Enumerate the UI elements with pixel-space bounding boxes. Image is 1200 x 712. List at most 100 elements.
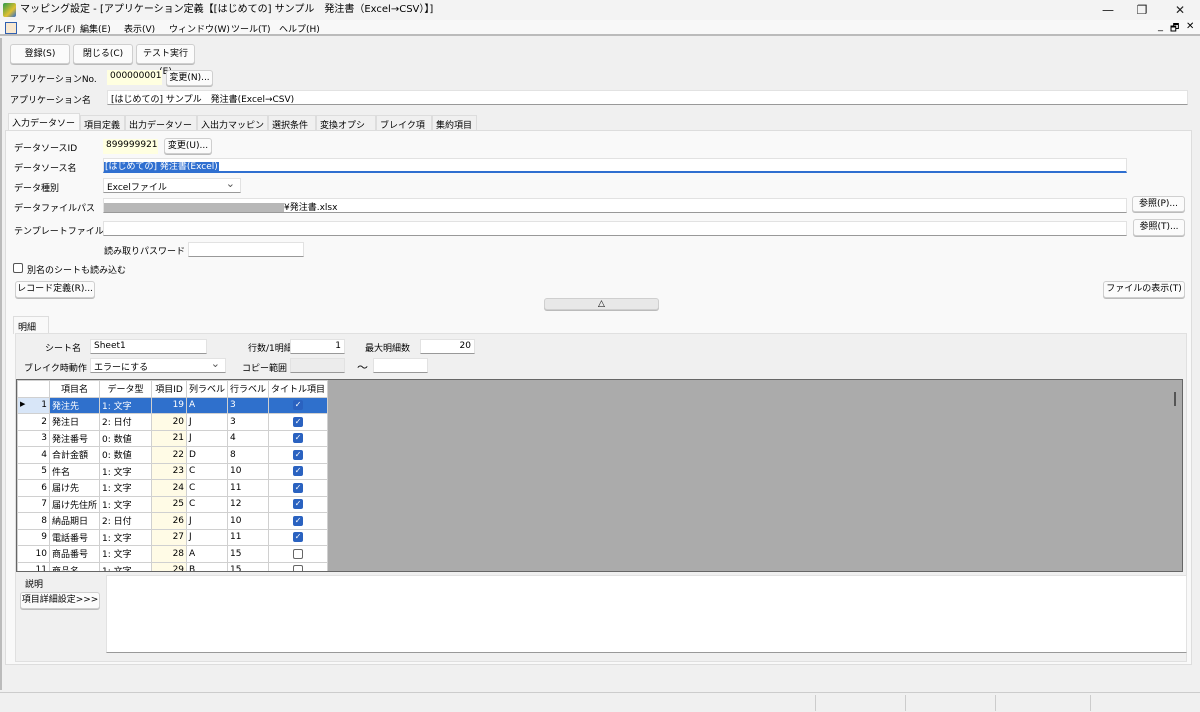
col-label-cell[interactable]: B (186, 561, 229, 571)
item-id-cell[interactable]: 27 (151, 528, 188, 546)
col-label-cell[interactable]: A (186, 396, 229, 414)
mdi-restore-button[interactable]: 🗗 (1170, 21, 1179, 38)
item-id-cell[interactable]: 25 (151, 495, 188, 513)
tab-break-items[interactable]: ブレイク項目 (376, 115, 432, 144)
item-name-cell[interactable]: 合計金額 (48, 446, 101, 464)
title-item-checkbox[interactable] (293, 565, 304, 571)
row-number[interactable]: 3 (17, 429, 50, 447)
col-label-cell[interactable]: J (186, 512, 229, 530)
table-row[interactable]: 8 納品期日 2: 日付 26 J 10 ✓ (17, 512, 329, 530)
data-type-cell[interactable]: 1: 文字 (99, 561, 153, 571)
header-row-label[interactable]: 行ラベル (227, 380, 270, 398)
row-number[interactable]: 10 (17, 545, 50, 563)
record-definition-button[interactable]: レコード定義(R)... (15, 281, 95, 298)
item-id-cell[interactable]: 26 (151, 512, 188, 530)
title-item-checkbox[interactable]: ✓ (293, 466, 304, 476)
mdi-minimize-button[interactable]: _ (1158, 21, 1163, 32)
item-name-cell[interactable]: 発注日 (48, 413, 101, 431)
table-row[interactable]: 2 発注日 2: 日付 20 J 3 ✓ (17, 413, 329, 431)
change-datasource-id-button[interactable]: 変更(U)... (164, 138, 212, 154)
register-button[interactable]: 登録(S) (10, 44, 70, 64)
header-item-id[interactable]: 項目ID (151, 380, 188, 398)
table-row[interactable]: ▶ 1 発注先 1: 文字 19 A 3 ✓ (17, 396, 329, 414)
col-label-cell[interactable]: C (186, 462, 229, 480)
header-data-type[interactable]: データ型 (99, 380, 153, 398)
item-name-cell[interactable]: 納品期日 (48, 512, 101, 530)
read-password-input[interactable] (188, 242, 304, 257)
change-app-no-button[interactable]: 変更(N)... (166, 70, 213, 86)
title-item-checkbox[interactable]: ✓ (293, 433, 304, 443)
data-type-cell[interactable]: 2: 日付 (99, 413, 153, 431)
item-id-cell[interactable]: 28 (151, 545, 188, 563)
test-run-button[interactable]: テスト実行(E) (136, 44, 195, 77)
row-label-cell[interactable]: 3 (227, 396, 270, 414)
col-label-cell[interactable]: J (186, 413, 229, 431)
header-col-label[interactable]: 列ラベル (186, 380, 229, 398)
data-type-cell[interactable]: 0: 数値 (99, 446, 153, 464)
row-label-cell[interactable]: 3 (227, 413, 270, 431)
row-number[interactable]: 8 (17, 512, 50, 530)
tab-conversion-options[interactable]: 変換オプション (316, 115, 376, 144)
description-textarea[interactable] (106, 575, 1187, 653)
row-label-cell[interactable]: 4 (227, 429, 270, 447)
row-label-cell[interactable]: 12 (227, 495, 270, 513)
title-item-checkbox[interactable]: ✓ (293, 400, 304, 410)
row-number[interactable]: 5 (17, 462, 50, 480)
table-row[interactable]: 7 届け先住所 1: 文字 25 C 12 ✓ (17, 495, 329, 513)
splitter-toggle-button[interactable]: △ (544, 298, 659, 310)
data-type-cell[interactable]: 1: 文字 (99, 462, 153, 480)
template-file-input[interactable] (103, 221, 1127, 236)
row-label-cell[interactable]: 8 (227, 446, 270, 464)
browse-template-button[interactable]: 参照(T)... (1133, 219, 1185, 236)
row-number[interactable]: 6 (17, 479, 50, 497)
table-row[interactable]: 11 商品名 1: 文字 29 B 15 (17, 561, 329, 571)
data-type-cell[interactable]: 1: 文字 (99, 545, 153, 563)
col-label-cell[interactable]: D (186, 446, 229, 464)
item-detail-settings-button[interactable]: 項目詳細設定>>> (20, 592, 100, 609)
row-number[interactable]: ▶ 1 (17, 396, 50, 414)
title-item-checkbox[interactable]: ✓ (293, 416, 304, 427)
item-id-cell[interactable]: 21 (151, 429, 188, 447)
item-name-cell[interactable]: 発注先 (48, 396, 101, 414)
close-form-button[interactable]: 閉じる(C) (73, 44, 133, 64)
data-file-path-input[interactable]: ¥発注書.xlsx (103, 198, 1127, 213)
app-name-input[interactable]: [はじめての] サンプル 発注書(Excel→CSV) (107, 90, 1188, 105)
row-label-cell[interactable]: 15 (227, 545, 270, 563)
item-id-cell[interactable]: 24 (151, 479, 188, 497)
tab-aggregate-items[interactable]: 集約項目 (432, 115, 477, 131)
data-type-cell[interactable]: 0: 数値 (99, 429, 153, 447)
item-name-cell[interactable]: 届け先 (48, 479, 101, 497)
row-number[interactable]: 7 (17, 495, 50, 513)
menu-window[interactable]: ウィンドウ(W) (169, 22, 230, 35)
col-label-cell[interactable]: A (186, 545, 229, 563)
tab-detail[interactable]: 明細 (13, 316, 49, 334)
title-item-checkbox[interactable]: ✓ (293, 532, 304, 542)
item-id-cell[interactable]: 19 (151, 396, 188, 414)
tab-io-mapping[interactable]: 入出力マッピング (197, 115, 268, 144)
table-row[interactable]: 6 届け先 1: 文字 24 C 11 ✓ (17, 479, 329, 497)
col-label-cell[interactable]: J (186, 528, 229, 546)
row-number[interactable]: 2 (17, 413, 50, 431)
title-item-checkbox[interactable]: ✓ (293, 515, 304, 526)
table-row[interactable]: 3 発注番号 0: 数値 21 J 4 ✓ (17, 429, 329, 447)
row-label-cell[interactable]: 10 (227, 462, 270, 480)
data-type-cell[interactable]: 1: 文字 (99, 528, 153, 546)
row-number[interactable]: 11 (17, 561, 50, 571)
header-item-name[interactable]: 項目名 (48, 380, 101, 398)
table-row[interactable]: 5 件名 1: 文字 23 C 10 ✓ (17, 462, 329, 480)
row-number[interactable]: 9 (17, 528, 50, 546)
tab-output-datasource[interactable]: 出力データソース (125, 115, 197, 144)
datasource-name-input[interactable]: [はじめての] 発注書(Excel) (103, 158, 1127, 173)
break-action-select[interactable]: エラーにする (90, 358, 226, 373)
menu-view[interactable]: 表示(V) (124, 22, 155, 35)
row-label-cell[interactable]: 11 (227, 479, 270, 497)
item-name-cell[interactable]: 電話番号 (48, 528, 101, 546)
restore-button[interactable]: ❐ (1122, 0, 1162, 20)
browse-data-file-button[interactable]: 参照(P)... (1132, 196, 1185, 212)
vertical-scrollbar-thumb[interactable] (1174, 392, 1176, 406)
col-label-cell[interactable]: C (186, 495, 229, 513)
table-row[interactable]: 10 商品番号 1: 文字 28 A 15 (17, 545, 329, 563)
title-item-checkbox[interactable]: ✓ (293, 482, 304, 493)
row-label-cell[interactable]: 11 (227, 528, 270, 546)
row-number[interactable]: 4 (17, 446, 50, 464)
